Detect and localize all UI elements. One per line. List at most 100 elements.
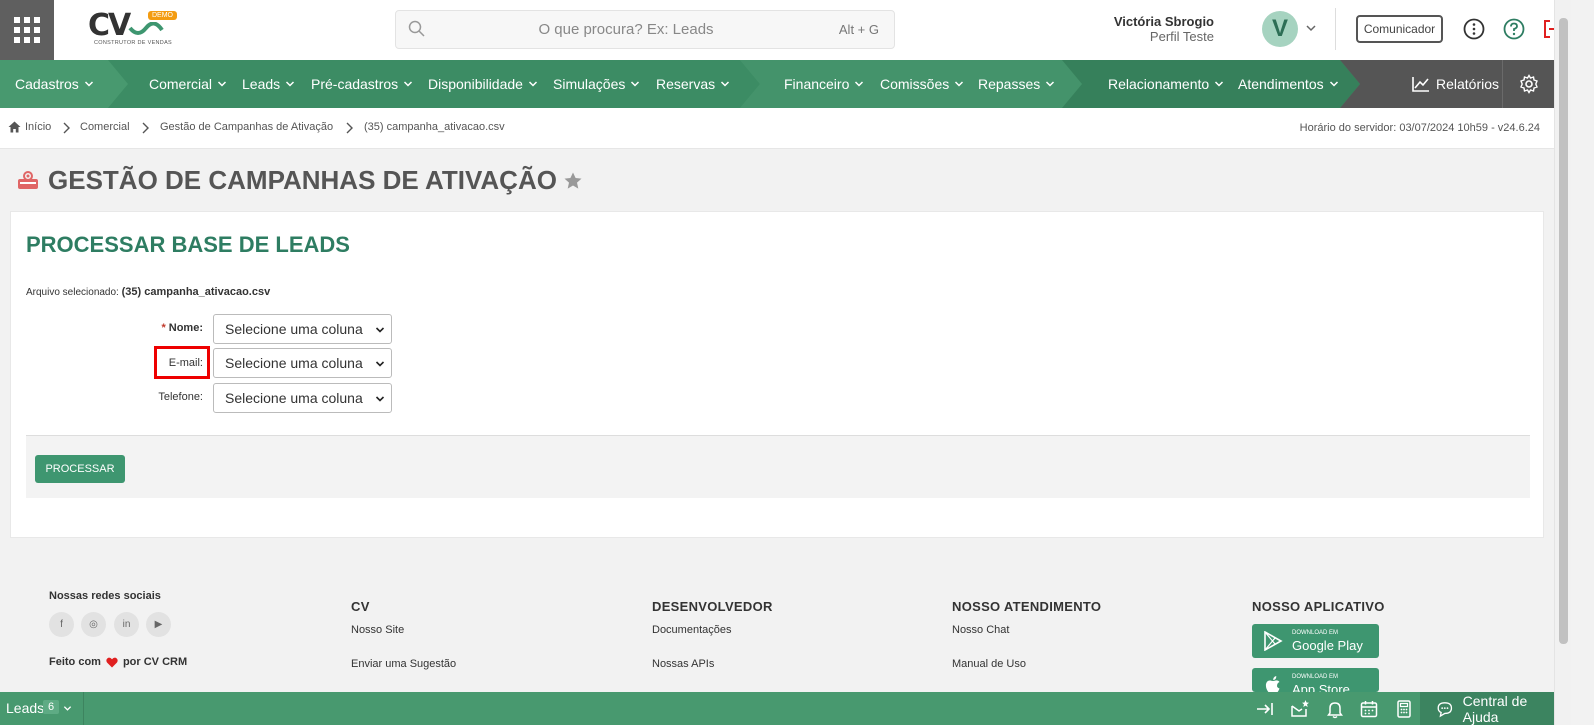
info-icon[interactable]	[1462, 17, 1486, 41]
footer-link-apis[interactable]: Nossas APIs	[652, 658, 714, 670]
campaign-icon	[18, 170, 38, 189]
footer-heading-app: NOSSO APLICATIVO	[1252, 599, 1385, 614]
search-shortcut: Alt + G	[838, 22, 879, 37]
help-icon[interactable]	[1502, 17, 1526, 41]
comunicador-button[interactable]: Comunicador	[1356, 15, 1443, 43]
footer-heading-cv: CV	[351, 599, 370, 614]
leads-count-badge: 6	[43, 700, 60, 714]
mail-star-icon[interactable]	[1290, 699, 1310, 719]
required-mark: *	[161, 322, 166, 334]
logo-wave-icon	[128, 22, 164, 35]
email-column-select[interactable]: Selecione uma coluna	[213, 348, 392, 378]
form-actions: PROCESSAR	[26, 435, 1530, 498]
nav-comissoes[interactable]: Comissões	[880, 60, 964, 108]
instagram-icon[interactable]: ◎	[81, 612, 106, 637]
help-center-button[interactable]: Central de Ajuda	[1420, 692, 1554, 725]
chevron-down-icon	[286, 81, 295, 87]
nav-repasses[interactable]: Repasses	[978, 60, 1055, 108]
nav-leads[interactable]: Leads	[242, 60, 295, 108]
linkedin-icon[interactable]: in	[114, 612, 139, 637]
nav-relacionamento[interactable]: Relacionamento	[1108, 60, 1224, 108]
logo-text: CV	[88, 8, 131, 43]
search-input[interactable]	[436, 11, 816, 48]
avatar[interactable]: V	[1262, 11, 1298, 47]
chat-bubble-icon	[1437, 701, 1453, 717]
chevron-down-icon	[375, 396, 385, 402]
collapse-arrow-icon[interactable]	[1255, 699, 1275, 719]
breadcrumb: Início Comercial Gestão de Campanhas de …	[0, 108, 1554, 149]
apple-icon	[1265, 676, 1280, 692]
chevron-down-icon	[375, 361, 385, 367]
chart-line-icon	[1412, 77, 1429, 92]
nav-simulacoes[interactable]: Simulações	[553, 60, 640, 108]
process-panel: PROCESSAR BASE DE LEADS Arquivo selecion…	[10, 211, 1544, 538]
chevron-down-icon	[721, 81, 730, 87]
email-label-highlight	[154, 346, 210, 379]
divider	[83, 692, 84, 725]
settings-button[interactable]	[1502, 60, 1554, 108]
gear-icon	[1519, 74, 1538, 94]
google-play-badge[interactable]: DOWNLOAD EM Google Play	[1252, 624, 1379, 658]
phone-column-select[interactable]: Selecione uma coluna	[213, 383, 392, 413]
page-header: GESTÃO DE CAMPANHAS DE ATIVAÇÃO	[16, 165, 583, 196]
calendar-icon[interactable]	[1359, 699, 1379, 719]
calculator-icon[interactable]	[1394, 699, 1414, 719]
nav-disponibilidade[interactable]: Disponibilidade	[428, 60, 538, 108]
grid-icon	[14, 17, 40, 43]
breadcrumb-home[interactable]: Início	[8, 121, 51, 133]
favorite-star-icon[interactable]	[563, 171, 583, 191]
app-store-badge[interactable]: DOWNLOAD EM App Store	[1252, 668, 1379, 692]
name-column-select[interactable]: Selecione uma coluna	[213, 314, 392, 344]
logo-badge: DEMO	[148, 11, 177, 20]
user-name[interactable]: Victória Sbrogio	[1114, 14, 1214, 29]
chevron-down-icon	[955, 81, 964, 87]
footer-link-suggestion[interactable]: Enviar uma Sugestão	[351, 658, 456, 670]
footer-link-manual[interactable]: Manual de Uso	[952, 658, 1026, 670]
selected-file-name: (35) campanha_ativacao.csv	[121, 286, 271, 298]
chevron-down-icon	[404, 81, 413, 87]
name-label: * Nome:	[161, 322, 203, 334]
footer-heading-dev: DESENVOLVEDOR	[652, 599, 773, 614]
chevron-down-icon[interactable]	[63, 704, 72, 713]
logo[interactable]: CV DEMO CONSTRUTOR DE VENDAS	[84, 8, 184, 52]
chevron-down-icon	[528, 81, 537, 87]
apps-menu-button[interactable]	[0, 0, 54, 60]
process-button[interactable]: PROCESSAR	[35, 455, 125, 483]
logo-subtitle: CONSTRUTOR DE VENDAS	[94, 40, 173, 46]
heart-icon	[106, 657, 118, 667]
breadcrumb-comercial[interactable]: Comercial	[80, 121, 130, 133]
divider	[1335, 8, 1336, 50]
bell-icon[interactable]	[1325, 699, 1345, 719]
chevron-down-icon	[1215, 81, 1224, 87]
footer-link-chat[interactable]: Nosso Chat	[952, 624, 1009, 636]
chevron-down-icon	[84, 81, 93, 87]
nav-comercial[interactable]: Comercial	[149, 60, 227, 108]
nav-relatorios[interactable]: Relatórios	[1412, 60, 1499, 108]
breadcrumb-current: (35) campanha_ativacao.csv	[364, 121, 505, 133]
facebook-icon[interactable]: f	[49, 612, 74, 637]
nav-atendimentos[interactable]: Atendimentos	[1238, 60, 1339, 108]
phone-label: Telefone:	[158, 391, 203, 403]
footer: Nossas redes sociais f ◎ in ▶ Feito com …	[0, 552, 1554, 692]
chevron-down-icon[interactable]	[1305, 22, 1317, 34]
search-icon	[408, 20, 425, 37]
chevron-down-icon	[855, 81, 864, 87]
chevron-down-icon	[1329, 81, 1338, 87]
home-icon	[8, 121, 21, 133]
youtube-icon[interactable]: ▶	[146, 612, 171, 637]
google-play-icon	[1264, 631, 1283, 651]
footer-heading-support: NOSSO ATENDIMENTO	[952, 599, 1102, 614]
scrollbar[interactable]	[1554, 0, 1571, 725]
selected-file-label: Arquivo selecionado:	[26, 287, 119, 298]
server-time: Horário do servidor: 03/07/2024 10h59 - …	[1299, 122, 1540, 134]
nav-cadastros[interactable]: Cadastros	[15, 60, 94, 108]
nav-financeiro[interactable]: Financeiro	[784, 60, 864, 108]
footer-link-site[interactable]: Nosso Site	[351, 624, 404, 636]
footer-link-docs[interactable]: Documentações	[652, 624, 732, 636]
leads-tab-label[interactable]: Leads	[6, 700, 44, 716]
search-box[interactable]: Alt + G	[395, 10, 895, 49]
nav-pre-cadastros[interactable]: Pré-cadastros	[311, 60, 413, 108]
breadcrumb-gestao[interactable]: Gestão de Campanhas de Ativação	[160, 121, 333, 133]
nav-reservas[interactable]: Reservas	[656, 60, 730, 108]
scrollbar-thumb[interactable]	[1559, 18, 1568, 644]
